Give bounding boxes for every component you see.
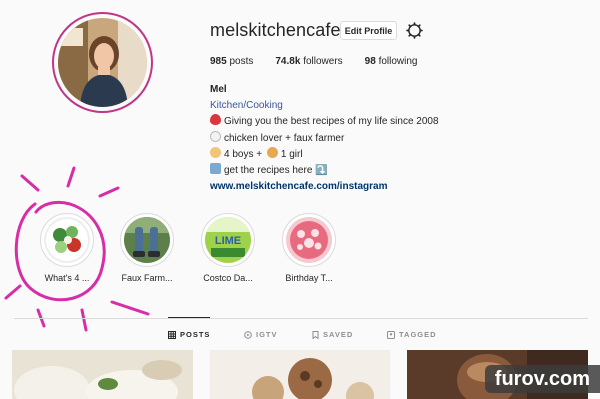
chicken-icon xyxy=(210,130,221,142)
bio-line: 4 boys + 1 girl xyxy=(210,146,439,163)
site-watermark: furov.com xyxy=(484,365,600,393)
profile-name: Mel xyxy=(210,84,227,95)
followers-count[interactable]: 74.8k followers xyxy=(275,56,342,67)
posts-count: 985 posts xyxy=(210,56,254,67)
strawberry-icon xyxy=(210,114,221,126)
highlight-label: Birthday T... xyxy=(285,273,333,283)
profile-username: melskitchencafe xyxy=(210,20,341,40)
active-tab-indicator xyxy=(168,317,210,318)
profile-link[interactable]: www.melskitchencafe.com/instagram xyxy=(210,179,439,195)
profile-category: Kitchen/Cooking xyxy=(210,100,283,112)
tab-igtv[interactable]: IGTV xyxy=(244,330,278,339)
bio-line: get the recipes here ⤵️ xyxy=(210,163,439,179)
igtv-icon xyxy=(244,330,252,339)
costco-highlight-text: LIME xyxy=(215,235,241,247)
tab-posts[interactable]: POSTS xyxy=(168,330,210,339)
grid-icon xyxy=(168,330,176,339)
following-count[interactable]: 98 following xyxy=(365,56,418,67)
avatar[interactable] xyxy=(58,18,147,107)
bio-line: chicken lover + faux farmer xyxy=(210,130,439,147)
girl-icon xyxy=(266,146,278,158)
highlight-label: Costco Da... xyxy=(203,273,253,283)
boy-icon xyxy=(210,146,221,158)
highlight-annotation-scribble xyxy=(4,166,150,332)
book-icon xyxy=(210,163,221,175)
tag-icon xyxy=(387,330,395,339)
bookmark-icon xyxy=(312,330,319,339)
tabs-divider xyxy=(14,318,588,319)
gear-icon[interactable] xyxy=(406,22,423,39)
bio-line: Giving you the best recipes of my life s… xyxy=(210,114,439,130)
highlight-birthday[interactable] xyxy=(282,213,336,267)
post-thumbnail[interactable] xyxy=(210,350,390,399)
profile-bio: Mel Kitchen/Cooking Giving you the best … xyxy=(210,82,439,195)
post-thumbnail[interactable] xyxy=(12,350,193,399)
highlight-costco[interactable]: LIME xyxy=(201,213,255,267)
tab-saved[interactable]: SAVED xyxy=(312,330,353,339)
profile-stats: 985 posts 74.8k followers 98 following xyxy=(210,56,417,67)
edit-profile-button[interactable]: Edit Profile xyxy=(340,21,397,40)
tab-tagged[interactable]: TAGGED xyxy=(387,330,437,339)
